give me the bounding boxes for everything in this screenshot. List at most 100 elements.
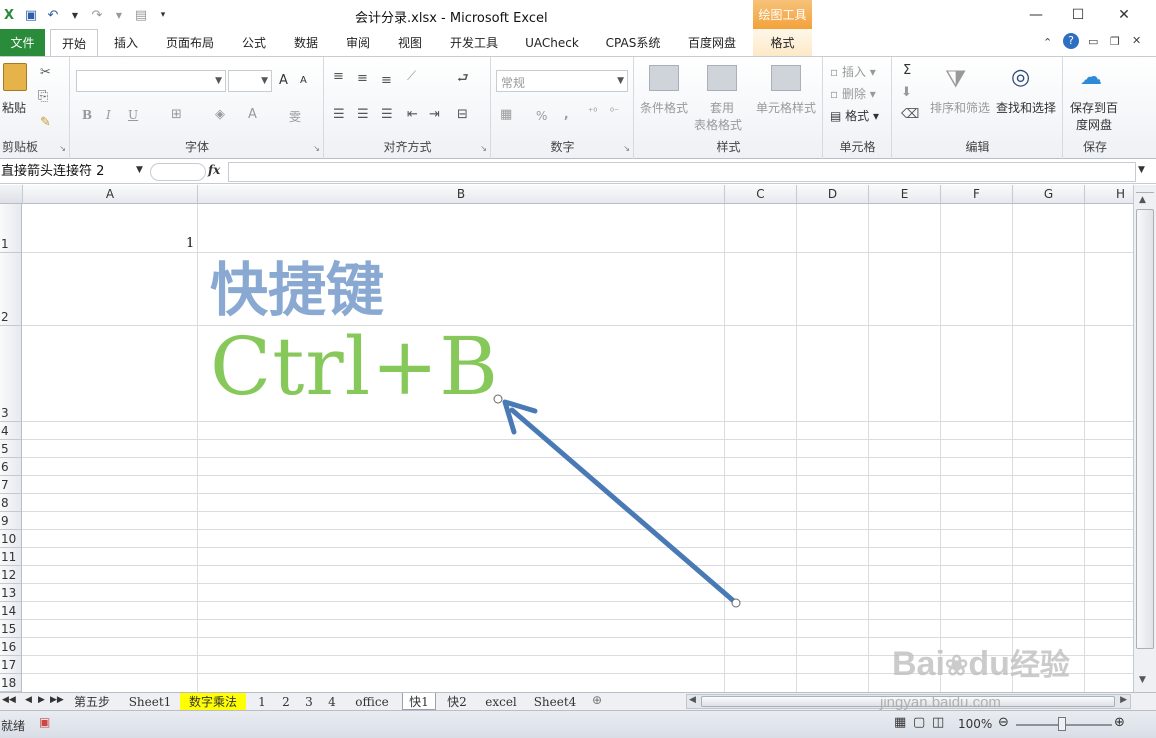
format-cells-button[interactable]: ▤ 格式 ▾	[830, 107, 879, 124]
phonetic-button[interactable]: 雯	[289, 108, 301, 125]
cell-styles-icon[interactable]	[771, 65, 801, 91]
comma-button[interactable]: ,	[564, 107, 569, 121]
delete-cells-button[interactable]: ▫ 删除 ▾	[830, 85, 876, 102]
sheet-tab[interactable]: Sheet1	[124, 693, 176, 710]
orientation-icon[interactable]: ⟋	[407, 69, 416, 84]
format-painter-icon[interactable]: ✎	[40, 115, 51, 130]
arrow-connector[interactable]	[0, 185, 1133, 692]
first-sheet-icon[interactable]: ◀◀	[2, 695, 16, 705]
zoom-level[interactable]: 100%	[958, 717, 992, 731]
zoom-slider-thumb[interactable]	[1058, 717, 1066, 731]
font-size-combo[interactable]: ▼	[228, 70, 272, 92]
border-icon[interactable]: ⊞	[171, 107, 182, 122]
dialog-launcher-icon[interactable]: ↘	[480, 144, 487, 153]
save-icon[interactable]: ▣	[22, 6, 40, 24]
decrease-decimal-icon[interactable]: ⁰⁻	[610, 107, 619, 118]
insert-function-button[interactable]: fx	[208, 163, 220, 177]
sheet-tab[interactable]: 1	[254, 693, 270, 710]
tab-insert[interactable]: 插入	[104, 29, 148, 56]
name-box[interactable]: 直接箭头连接符 2	[0, 162, 148, 182]
number-format-combo[interactable]: 常规 ▼	[496, 70, 628, 92]
tab-baidu-netdisk[interactable]: 百度网盘	[678, 29, 746, 56]
tab-data[interactable]: 数据	[284, 29, 328, 56]
fill-icon[interactable]: ⬇	[901, 85, 912, 100]
sheet-tab[interactable]: 快2	[442, 693, 472, 710]
workbook-close-icon[interactable]: ✕	[1132, 34, 1141, 47]
normal-view-icon[interactable]: ▦	[894, 715, 906, 730]
insert-sheet-icon[interactable]: ⊕	[592, 693, 602, 707]
undo-icon[interactable]: ↶	[44, 6, 62, 24]
page-break-view-icon[interactable]: ◫	[932, 715, 944, 730]
tab-formulas[interactable]: 公式	[232, 29, 276, 56]
sheet-tab[interactable]: 3	[301, 693, 317, 710]
next-sheet-icon[interactable]: ▶	[38, 695, 45, 705]
increase-decimal-icon[interactable]: ⁺⁰	[588, 107, 597, 118]
align-left-icon[interactable]: ☰	[333, 107, 345, 122]
sheet-tab[interactable]: 4	[324, 693, 340, 710]
find-select-icon[interactable]: ◎	[1011, 65, 1041, 93]
paste-icon[interactable]	[3, 63, 27, 91]
save-to-baidu-button[interactable]: 保存到百	[1070, 99, 1118, 116]
print-preview-icon[interactable]: ▤	[132, 6, 150, 24]
font-color-icon[interactable]: A	[248, 107, 257, 122]
merge-center-icon[interactable]: ⊟	[457, 107, 468, 122]
grow-font-button[interactable]: A	[279, 73, 288, 88]
last-sheet-icon[interactable]: ▶▶	[50, 695, 64, 705]
sheet-tab-active[interactable]: 快1	[402, 693, 436, 710]
insert-cells-button[interactable]: ▫ 插入 ▾	[830, 63, 876, 80]
vertical-scrollbar[interactable]: ▲ ▼	[1133, 185, 1156, 692]
conditional-format-button[interactable]: 条件格式	[640, 99, 688, 116]
dialog-launcher-icon[interactable]: ↘	[623, 144, 630, 153]
accounting-format-icon[interactable]: ▦	[500, 107, 512, 122]
align-right-icon[interactable]: ☰	[381, 107, 393, 122]
increase-indent-icon[interactable]: ⇥	[429, 107, 440, 122]
split-box[interactable]	[1136, 185, 1154, 193]
baidu-cloud-icon[interactable]: ☁	[1080, 65, 1108, 90]
sort-filter-icon[interactable]: ⧩	[945, 65, 975, 93]
scroll-down-icon[interactable]: ▼	[1139, 675, 1146, 685]
formula-input[interactable]	[228, 162, 1136, 182]
tab-cpas[interactable]: CPAS系统	[598, 29, 668, 56]
sheet-tab[interactable]: excel	[478, 693, 524, 710]
sheet-tab[interactable]: 数字乘法	[180, 693, 246, 710]
close-button[interactable]: ✕	[1104, 4, 1144, 26]
save-to-baidu-button-line2[interactable]: 度网盘	[1076, 116, 1112, 133]
copy-icon[interactable]: ⎘	[38, 89, 48, 104]
tab-developer[interactable]: 开发工具	[442, 29, 506, 56]
cell-styles-button[interactable]: 单元格样式	[756, 99, 816, 116]
wrap-text-icon[interactable]: ⮐	[457, 69, 469, 91]
bold-button[interactable]: B	[82, 108, 92, 122]
undo-dropdown-icon[interactable]: ▼	[66, 6, 84, 24]
scroll-left-icon[interactable]: ◀	[689, 695, 696, 705]
align-bottom-icon[interactable]: ≡	[381, 73, 392, 88]
sort-filter-button[interactable]: 排序和筛选	[930, 99, 990, 116]
zoom-in-icon[interactable]: ⊕	[1114, 715, 1125, 730]
dialog-launcher-icon[interactable]: ↘	[59, 144, 66, 153]
font-name-combo[interactable]: ▼	[76, 70, 226, 92]
underline-button[interactable]: U	[128, 108, 138, 122]
fill-color-icon[interactable]: ◈	[215, 107, 225, 122]
format-as-table-button[interactable]: 套用	[710, 99, 734, 116]
sheet-tab[interactable]: office	[346, 693, 398, 710]
sheet-tab[interactable]: 2	[278, 693, 294, 710]
maximize-button[interactable]: ☐	[1058, 4, 1098, 26]
worksheet-grid[interactable]: A B C D E F G H 1 2 3 4 5 6 7 8 9 10 11 …	[0, 185, 1133, 692]
macro-record-icon[interactable]: ▣	[39, 715, 50, 729]
tab-home[interactable]: 开始	[50, 29, 98, 57]
formula-bar-splitter[interactable]	[150, 163, 206, 181]
name-box-dropdown-icon[interactable]: ▼	[136, 165, 143, 175]
paste-button[interactable]: 粘贴	[2, 99, 26, 116]
scroll-up-icon[interactable]: ▲	[1139, 195, 1146, 205]
help-icon[interactable]: ?	[1063, 33, 1079, 49]
expand-formula-bar-icon[interactable]: ▼	[1138, 165, 1145, 175]
cut-icon[interactable]: ✂	[40, 65, 51, 80]
sheet-tab[interactable]: Sheet4	[530, 693, 580, 710]
tab-page-layout[interactable]: 页面布局	[158, 29, 222, 56]
clear-icon[interactable]: ⌫	[901, 107, 919, 122]
customize-qat-icon[interactable]: ▾	[154, 6, 172, 24]
scroll-right-icon[interactable]: ▶	[1120, 695, 1127, 705]
align-top-icon[interactable]: ≡	[333, 69, 344, 84]
workbook-minimize-icon[interactable]: ▭	[1088, 35, 1098, 48]
scroll-thumb[interactable]	[1136, 209, 1154, 649]
find-select-button[interactable]: 查找和选择	[996, 99, 1056, 116]
